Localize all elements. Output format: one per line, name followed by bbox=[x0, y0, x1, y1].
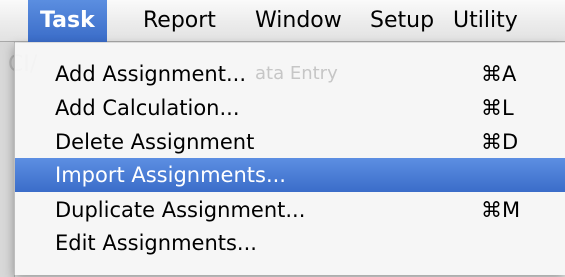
menu-item-add-calculation[interactable]: Add Calculation... ⌘L bbox=[15, 91, 565, 125]
menu-item-edit-assignments[interactable]: Edit Assignments... bbox=[15, 226, 565, 260]
menu-item-duplicate-assignment[interactable]: Duplicate Assignment... ⌘M bbox=[15, 193, 565, 227]
menu-item-shortcut: ⌘M bbox=[481, 198, 521, 222]
menu-window[interactable]: Window bbox=[255, 0, 342, 42]
menu-item-delete-assignment[interactable]: Delete Assignment ⌘D bbox=[15, 125, 565, 159]
menu-item-shortcut: ⌘L bbox=[481, 96, 514, 120]
task-dropdown-menu: ata Entry Add Assignment... ⌘A Add Calcu… bbox=[14, 43, 565, 275]
menu-setup[interactable]: Setup bbox=[370, 0, 434, 42]
menu-item-import-assignments[interactable]: Import Assignments... bbox=[15, 158, 565, 192]
menu-item-label: Duplicate Assignment... bbox=[55, 198, 306, 222]
menu-item-label: Delete Assignment bbox=[55, 130, 255, 154]
menu-item-label: Add Calculation... bbox=[55, 96, 240, 120]
menu-item-label: Add Assignment... bbox=[55, 62, 246, 86]
menu-report[interactable]: Report bbox=[143, 0, 216, 42]
menu-bar: Task Report Window Setup Utility bbox=[0, 0, 565, 42]
menu-item-shortcut: ⌘A bbox=[481, 62, 517, 86]
menu-utility[interactable]: Utility bbox=[453, 0, 518, 42]
menu-item-add-assignment[interactable]: Add Assignment... ⌘A bbox=[15, 57, 565, 91]
menu-item-shortcut: ⌘D bbox=[481, 130, 519, 154]
screen: CI/ Task Report Window Setup Utility ata… bbox=[0, 0, 565, 277]
menu-task[interactable]: Task bbox=[28, 0, 107, 42]
menu-item-label: Import Assignments... bbox=[55, 163, 286, 187]
menu-item-label: Edit Assignments... bbox=[55, 231, 257, 255]
background-window-edge bbox=[0, 42, 15, 277]
